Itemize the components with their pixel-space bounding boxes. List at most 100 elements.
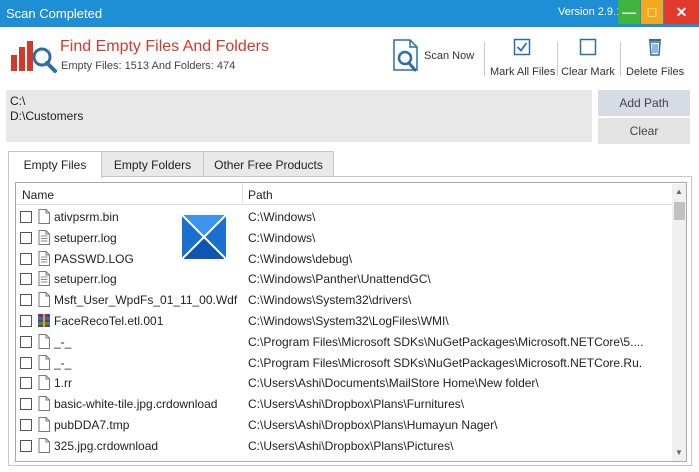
row-checkbox[interactable] [20,211,32,223]
clear-mark-button[interactable]: Clear Mark [561,38,615,78]
close-button[interactable]: ✕ [664,0,699,24]
table-row[interactable]: 1.rr C:\Users\Ashi\Documents\MailStore Ho… [16,373,671,394]
file-path: C:\Windows\debug\ [248,251,353,266]
row-checkbox[interactable] [20,398,32,411]
file-name: _-_ [54,334,72,349]
table-row[interactable]: ativpsrm.bin C:\Windows\ [16,207,671,228]
title-bar: Scan Completed Version 2.9.1 — □ ✕ [0,0,699,27]
vertical-scrollbar[interactable]: ▲ ▼ [672,184,686,461]
table-row[interactable]: Msft_User_WpdFs_01_11_00.Wdf C:\Windows\S… [16,290,671,311]
scan-now-label: Scan Now [424,50,475,62]
delete-files-label: Delete Files [626,66,685,78]
row-checkbox[interactable] [20,252,32,265]
row-checkbox[interactable] [20,315,32,327]
file-name: FaceRecoTel.etl.001 [54,314,164,328]
file-path: C:\Users\Ashi\Dropbox\Plans\Furnitures\ [248,397,465,412]
file-path: C:\Windows\Panther\UnattendGC\ [248,272,431,287]
maximize-icon: □ [647,4,657,20]
scan-summary: Empty Files: 1513 And Folders: 474 [61,60,236,72]
minimize-icon: — [622,4,636,20]
row-checkbox[interactable] [20,273,32,286]
checkbox-empty-icon [579,38,597,56]
blank-file-icon [38,437,50,453]
mark-all-files-label: Mark All Files [490,66,556,78]
scan-path-item[interactable]: C:\ [10,94,25,108]
tab-other-free-products[interactable]: Other Free Products [203,151,334,177]
row-checkbox[interactable] [20,356,32,369]
row-checkbox[interactable] [20,419,32,431]
file-path: C:\Windows\ [248,230,316,245]
row-checkbox[interactable] [20,377,32,390]
clear-paths-button[interactable]: Clear [598,118,690,144]
column-divider[interactable] [242,183,243,205]
archive-file-icon [38,314,50,327]
scroll-thumb[interactable] [674,202,685,220]
tab-empty-files[interactable]: Empty Files [8,151,102,178]
table-row[interactable]: pubDDA7.tmp C:\Users\Ashi\Dropbox\Plans\H… [16,415,671,436]
file-path: C:\Windows\System32\LogFiles\WMI\ [248,314,449,328]
file-path: C:\Users\Ashi\Dropbox\Plans\Humayun Nage… [248,418,498,432]
file-name: setuperr.log [54,230,117,245]
list-header: Name Path [16,183,686,205]
table-row[interactable]: _-_ C:\Program Files\Microsoft SDKs\NuGet… [16,332,671,353]
add-path-button[interactable]: Add Path [598,90,690,116]
row-checkbox[interactable] [20,335,32,348]
text-file-icon [38,229,50,245]
row-checkbox[interactable] [20,294,32,307]
version-label: Version 2.9.1 [558,6,623,18]
tab-empty-folders[interactable]: Empty Folders [101,151,204,177]
mark-all-files-button[interactable]: Mark All Files [490,38,556,78]
file-name: 325.jpg.crdownload [54,438,159,453]
blank-file-icon [38,375,50,391]
table-row[interactable]: FaceRecoTel.etl.001 C:\Windows\System32\L… [16,311,671,332]
scroll-down-icon[interactable]: ▼ [675,448,683,457]
window-title: Scan Completed [6,6,103,21]
blank-file-icon [38,292,50,308]
text-file-icon [38,250,50,266]
checkbox-checked-icon [513,38,531,56]
scroll-up-icon[interactable]: ▲ [675,187,683,196]
files-list[interactable]: Name Path ativpsrm.bin C:\Windows\ setuper… [15,182,687,462]
table-row[interactable]: basic-white-tile.jpg.crdownload C:\Users\… [16,394,671,415]
blank-file-icon [38,209,50,224]
table-row[interactable]: 325.jpg.crdownload C:\Users\Ashi\Dropbox\… [16,436,671,457]
trash-icon [649,39,661,56]
file-name: setuperr.log [54,272,117,287]
file-name: ativpsrm.bin [54,210,119,224]
file-name: Msft_User_WpdFs_01_11_00.Wdf [54,293,238,308]
row-checkbox[interactable] [20,439,32,452]
delete-files-button[interactable]: Delete Files [626,38,684,78]
close-icon: ✕ [675,3,688,20]
table-row[interactable]: PASSWD.LOG C:\Windows\debug\ [16,249,671,270]
toolbar-divider [557,42,558,76]
blank-file-icon [38,333,50,349]
row-checkbox[interactable] [20,231,32,244]
maximize-button[interactable]: □ [641,0,663,24]
file-path: C:\Windows\ [248,210,316,224]
file-path: C:\Users\Ashi\Documents\MailStore Home\N… [248,376,539,391]
file-name: pubDDA7.tmp [54,418,130,432]
toolbar-divider [620,42,621,76]
minimize-button[interactable]: — [618,0,640,24]
scan-path-item[interactable]: D:\Customers [10,109,83,123]
toolbar-divider [484,42,485,76]
blank-file-icon [38,417,50,432]
scan-icon [393,39,418,72]
scan-now-button[interactable]: Scan Now [390,38,480,74]
file-path: C:\Program Files\Microsoft SDKs\NuGetPac… [248,334,643,349]
table-row[interactable]: setuperr.log C:\Windows\Panther\UnattendG… [16,269,671,290]
column-header-name[interactable]: Name [22,188,54,202]
table-row[interactable]: setuperr.log C:\Windows\ [16,228,671,249]
clear-mark-label: Clear Mark [561,66,615,78]
blank-file-icon [38,396,50,412]
column-header-path[interactable]: Path [248,188,273,202]
file-name: PASSWD.LOG [54,251,134,266]
file-name: _-_ [54,355,72,370]
app-title: Find Empty Files And Folders [60,38,269,55]
text-file-icon [38,271,50,287]
blank-file-icon [38,354,50,370]
file-path: C:\Windows\System32\drivers\ [248,293,412,308]
table-row[interactable]: _-_ C:\Program Files\Microsoft SDKs\NuGet… [16,353,671,374]
scan-paths-box[interactable]: C:\ D:\Customers [6,90,592,142]
file-name: basic-white-tile.jpg.crdownload [54,397,218,412]
